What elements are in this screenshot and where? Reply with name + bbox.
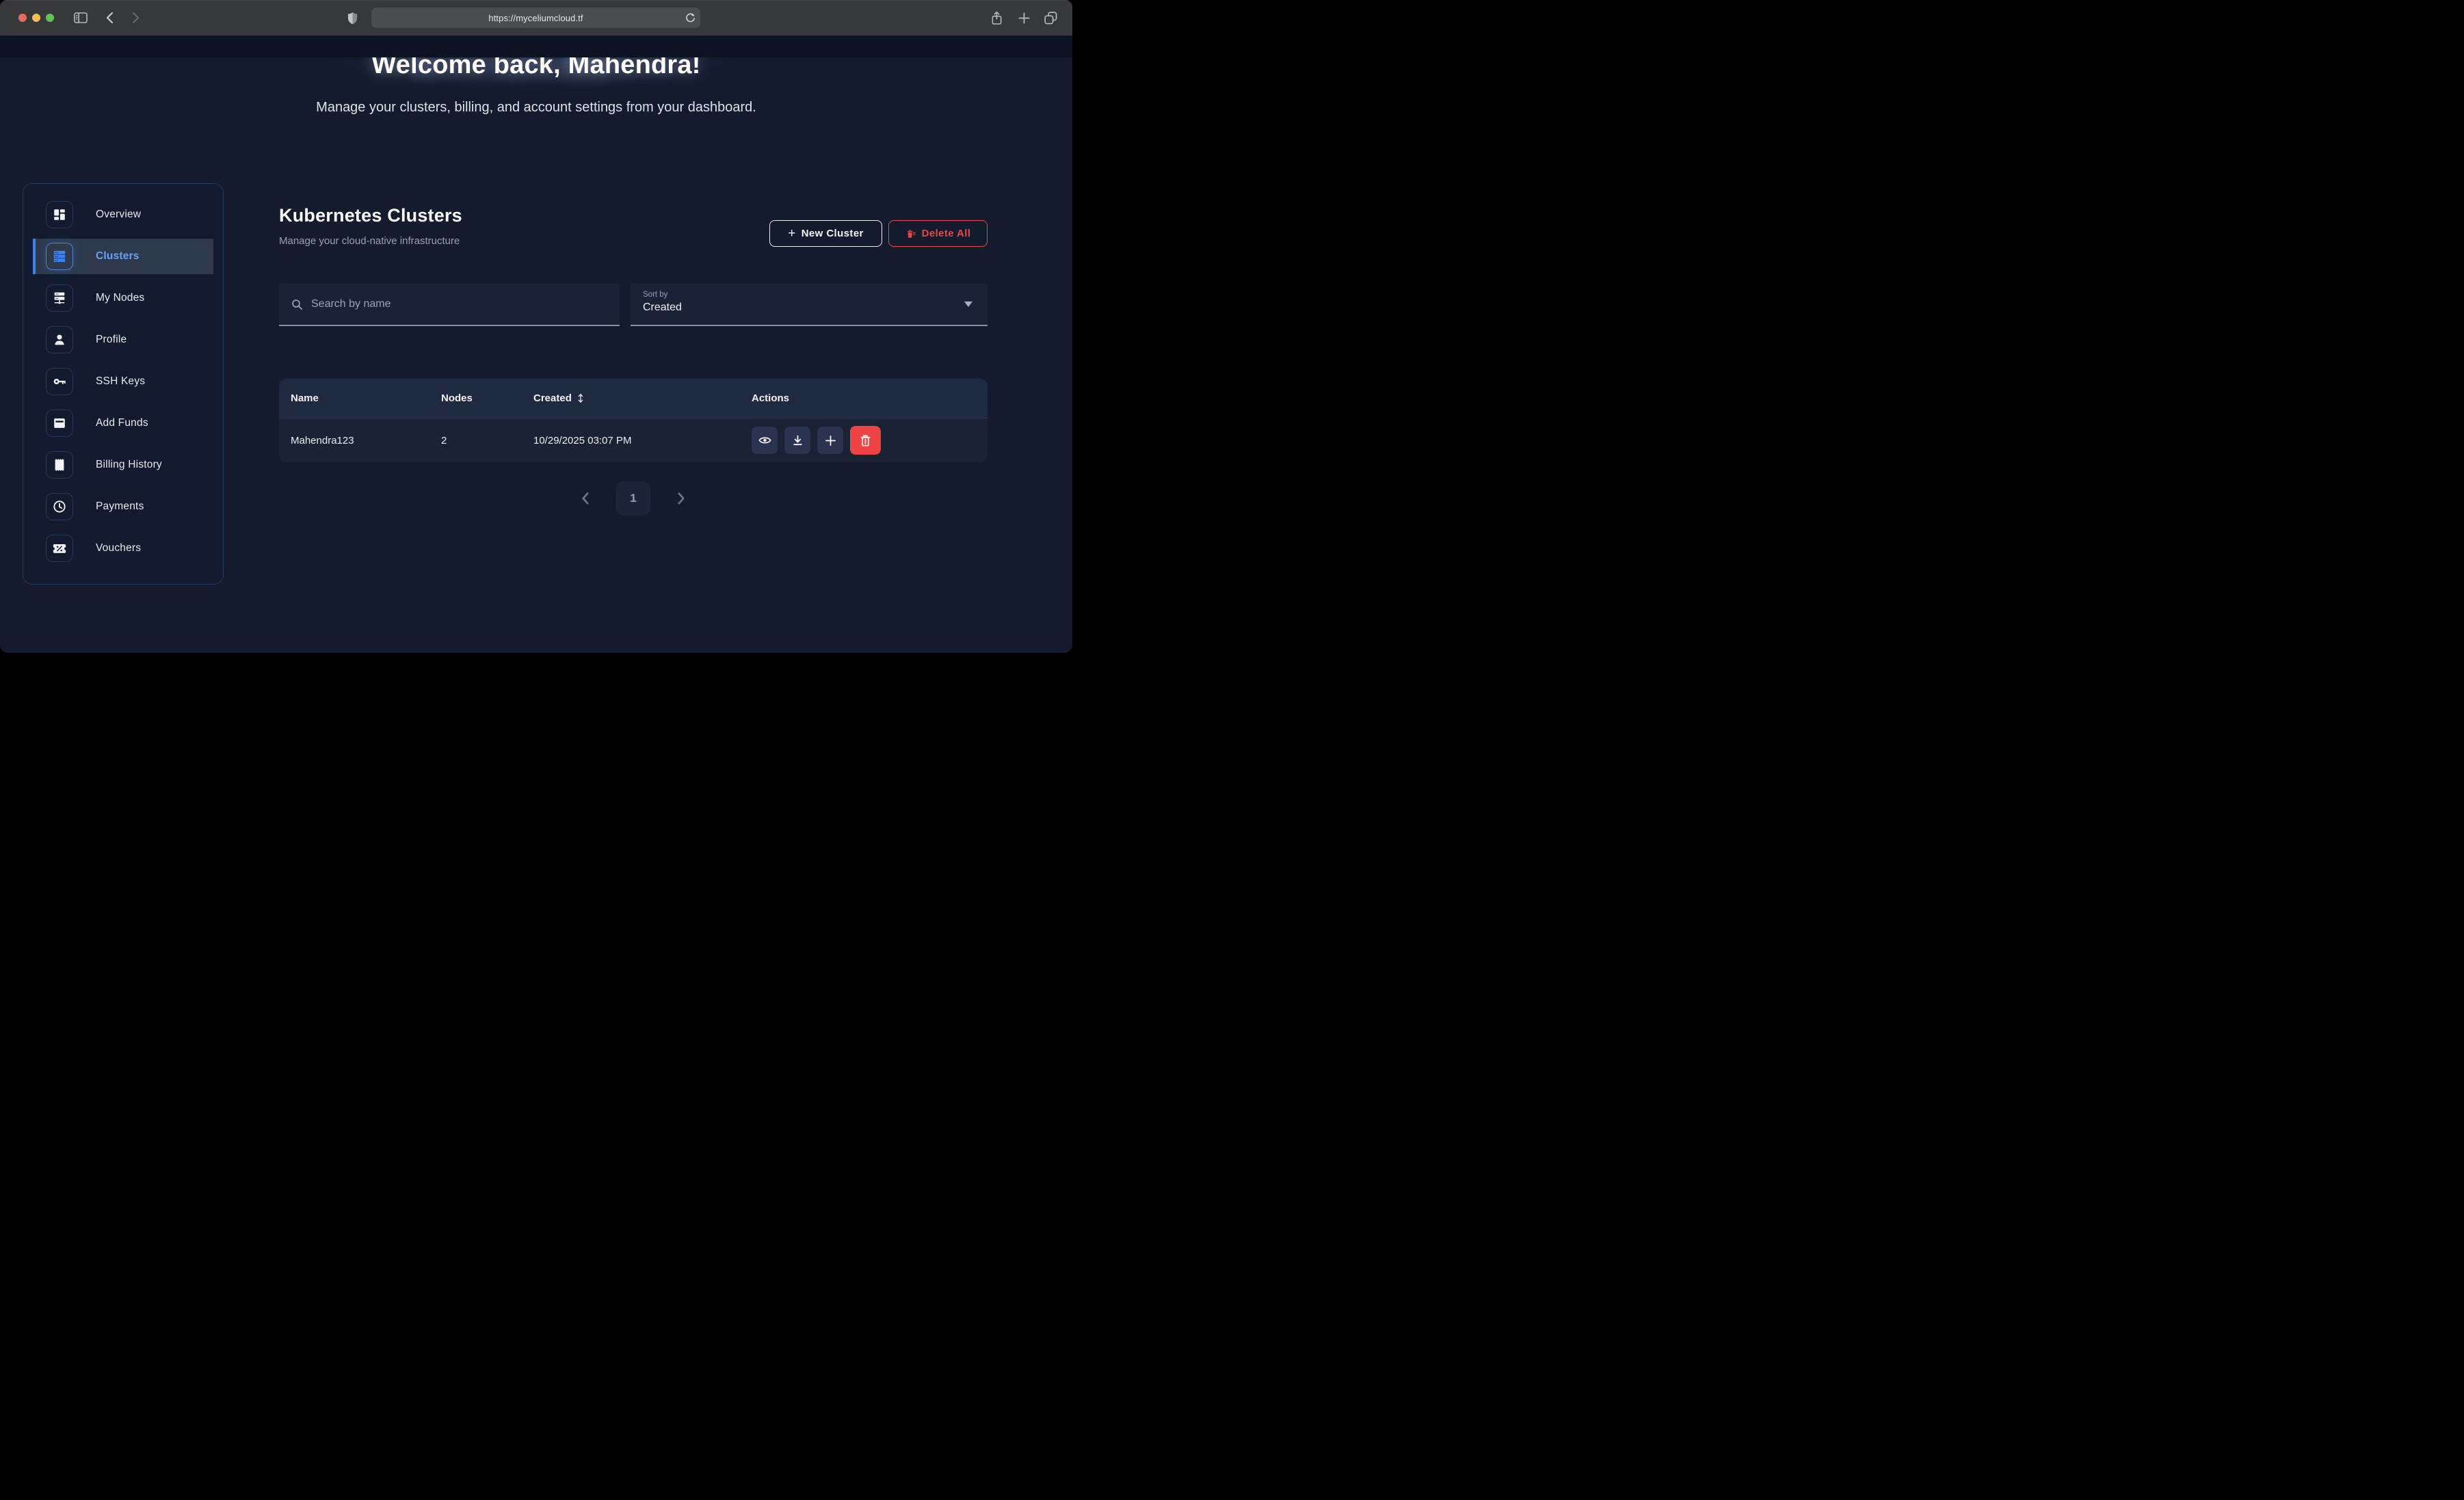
key-icon bbox=[46, 368, 73, 395]
sidebar-item-clusters[interactable]: Clusters bbox=[33, 239, 213, 274]
sidebar-item-label: Vouchers bbox=[96, 542, 141, 554]
sidebar-item-payments[interactable]: Payments bbox=[33, 489, 213, 524]
tabs-icon bbox=[1044, 12, 1057, 25]
dashboard-page: Welcome back, Mahendra! Manage your clus… bbox=[0, 36, 1072, 653]
download-kubeconfig-button[interactable] bbox=[784, 427, 810, 454]
sidebar-item-label: Billing History bbox=[96, 459, 162, 471]
clusters-table: Name Nodes Created bbox=[279, 379, 988, 462]
forward-button[interactable] bbox=[127, 0, 146, 36]
sort-label: Sort by bbox=[643, 291, 975, 299]
back-button[interactable] bbox=[100, 0, 119, 36]
receipt-icon bbox=[46, 451, 73, 479]
previous-page-button[interactable] bbox=[581, 492, 589, 505]
forward-icon bbox=[132, 12, 140, 24]
sidebar-item-profile[interactable]: Profile bbox=[33, 322, 213, 358]
add-node-button[interactable] bbox=[817, 427, 843, 454]
chevron-down-icon bbox=[964, 302, 972, 307]
download-icon bbox=[792, 435, 804, 446]
delete-all-button[interactable]: Delete All bbox=[888, 220, 988, 247]
share-button[interactable] bbox=[985, 0, 1007, 36]
minimize-window-button[interactable] bbox=[32, 14, 40, 22]
column-header-name: Name bbox=[291, 392, 441, 404]
card-icon bbox=[46, 410, 73, 437]
search-icon bbox=[291, 299, 303, 310]
delete-all-label: Delete All bbox=[922, 228, 971, 239]
reload-button[interactable] bbox=[685, 12, 696, 24]
window-controls bbox=[18, 14, 54, 22]
new-tab-button[interactable] bbox=[1013, 0, 1035, 36]
search-field[interactable] bbox=[279, 284, 620, 326]
column-header-created[interactable]: Created bbox=[533, 392, 752, 404]
screen: https://myceliumcloud.tf bbox=[0, 0, 1072, 653]
row-actions bbox=[752, 426, 988, 455]
clusters-section: Kubernetes Clusters Manage your cloud-na… bbox=[279, 205, 988, 515]
sidebar-item-ssh-keys[interactable]: SSH Keys bbox=[33, 364, 213, 399]
clock-icon bbox=[46, 493, 73, 520]
share-icon bbox=[991, 11, 1003, 25]
zoom-window-button[interactable] bbox=[46, 14, 54, 22]
filters-bar: Sort by Created bbox=[279, 284, 988, 326]
table-row: Mahendra123 2 10/29/2025 03:07 PM bbox=[279, 418, 988, 462]
hero-section: Welcome back, Mahendra! Manage your clus… bbox=[0, 57, 1072, 160]
sidebar-item-my-nodes[interactable]: My Nodes bbox=[33, 280, 213, 316]
sidebar-item-add-funds[interactable]: Add Funds bbox=[33, 405, 213, 441]
sidebar-item-label: Overview bbox=[96, 209, 141, 221]
tab-overview-button[interactable] bbox=[1039, 0, 1062, 36]
sidebar-toggle-button[interactable] bbox=[68, 0, 93, 36]
nodes-icon bbox=[46, 284, 73, 312]
column-header-actions: Actions bbox=[752, 392, 988, 404]
sidebar-item-overview[interactable]: Overview bbox=[33, 197, 213, 232]
welcome-title: Welcome back, Mahendra! bbox=[0, 57, 1072, 80]
sidebar-item-billing-history[interactable]: Billing History bbox=[33, 447, 213, 483]
sidebar-item-label: Add Funds bbox=[96, 417, 148, 429]
dashboard-icon bbox=[46, 201, 73, 228]
servers-icon bbox=[46, 243, 73, 270]
sidebar-item-vouchers[interactable]: Vouchers bbox=[33, 531, 213, 566]
address-bar-url: https://myceliumcloud.tf bbox=[488, 13, 583, 23]
delete-cluster-button[interactable] bbox=[850, 426, 881, 455]
plus-icon bbox=[1018, 12, 1030, 24]
cluster-name-cell: Mahendra123 bbox=[291, 435, 441, 446]
view-cluster-button[interactable] bbox=[752, 427, 778, 454]
search-input[interactable] bbox=[311, 298, 607, 310]
browser-titlebar: https://myceliumcloud.tf bbox=[0, 0, 1072, 36]
plus-icon bbox=[825, 435, 836, 446]
column-header-nodes: Nodes bbox=[441, 392, 533, 404]
sidebar-item-label: My Nodes bbox=[96, 292, 144, 304]
ticket-icon bbox=[46, 535, 73, 562]
clusters-header: Kubernetes Clusters Manage your cloud-na… bbox=[279, 205, 988, 247]
welcome-subtitle: Manage your clusters, billing, and accou… bbox=[0, 100, 1072, 116]
table-header-row: Name Nodes Created bbox=[279, 379, 988, 418]
eye-icon bbox=[758, 435, 771, 446]
sort-value: Created bbox=[643, 302, 975, 314]
sidebar-nav: Overview bbox=[23, 183, 224, 585]
plus-icon: + bbox=[788, 226, 796, 241]
close-window-button[interactable] bbox=[18, 14, 27, 22]
sort-dropdown[interactable]: Sort by Created bbox=[631, 284, 988, 326]
cluster-nodes-cell: 2 bbox=[441, 435, 533, 446]
sidebar-toggle-icon bbox=[74, 12, 88, 23]
sidebar-item-label: Payments bbox=[96, 500, 144, 513]
trash-icon bbox=[905, 228, 916, 239]
back-icon bbox=[105, 12, 114, 24]
sidebar-item-label: Profile bbox=[96, 334, 127, 346]
sort-arrows-icon bbox=[577, 393, 585, 403]
new-cluster-label: New Cluster bbox=[802, 228, 864, 239]
browser-window: https://myceliumcloud.tf bbox=[0, 0, 1072, 653]
new-cluster-button[interactable]: + New Cluster bbox=[769, 220, 882, 247]
next-page-button[interactable] bbox=[677, 492, 686, 505]
page-title: Kubernetes Clusters bbox=[279, 205, 462, 226]
sidebar-item-label: SSH Keys bbox=[96, 375, 145, 388]
pagination: 1 bbox=[279, 482, 988, 515]
top-band bbox=[0, 36, 1072, 57]
page-number-button[interactable]: 1 bbox=[617, 482, 650, 515]
trash-icon bbox=[860, 434, 871, 447]
user-icon bbox=[46, 326, 73, 353]
sidebar-item-label: Clusters bbox=[96, 250, 140, 263]
created-header-label: Created bbox=[533, 392, 572, 404]
cluster-created-cell: 10/29/2025 03:07 PM bbox=[533, 435, 752, 446]
privacy-shield-icon[interactable] bbox=[343, 0, 361, 36]
address-bar[interactable]: https://myceliumcloud.tf bbox=[371, 8, 700, 28]
page-subtitle: Manage your cloud-native infrastructure bbox=[279, 235, 462, 247]
